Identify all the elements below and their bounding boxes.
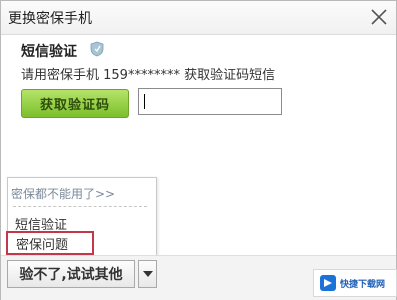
dialog-titlebar: 更换密保手机 — [1, 1, 396, 35]
verification-code-input[interactable] — [138, 88, 282, 115]
watermark-logo-icon — [320, 275, 336, 291]
dropdown-divider — [13, 206, 147, 207]
sms-description: 请用密保手机 159******** 获取验证码短信 — [21, 68, 276, 83]
watermark: 快捷下载网 — [313, 269, 397, 297]
dropdown-option-label: 密保问题 — [16, 237, 69, 253]
try-other-methods-button[interactable]: 验不了,试试其他 — [7, 260, 135, 288]
text-caret — [144, 94, 145, 109]
watermark-text: 快捷下载网 — [340, 279, 386, 290]
shield-icon — [90, 41, 104, 57]
close-icon[interactable] — [368, 6, 390, 28]
chevron-down-icon[interactable] — [138, 260, 157, 288]
get-code-button[interactable]: 获取验证码 — [21, 89, 129, 118]
dialog-title: 更换密保手机 — [8, 11, 92, 27]
dropdown-header[interactable]: 密保都不能用了>> — [11, 185, 115, 202]
sms-verification-title: 短信验证 — [21, 44, 77, 60]
change-security-phone-dialog: 更换密保手机 短信验证 请用密保手机 159******** 获取验证码短信 获… — [0, 0, 397, 300]
dropdown-option-security-question[interactable]: 密保问题 — [6, 231, 94, 255]
